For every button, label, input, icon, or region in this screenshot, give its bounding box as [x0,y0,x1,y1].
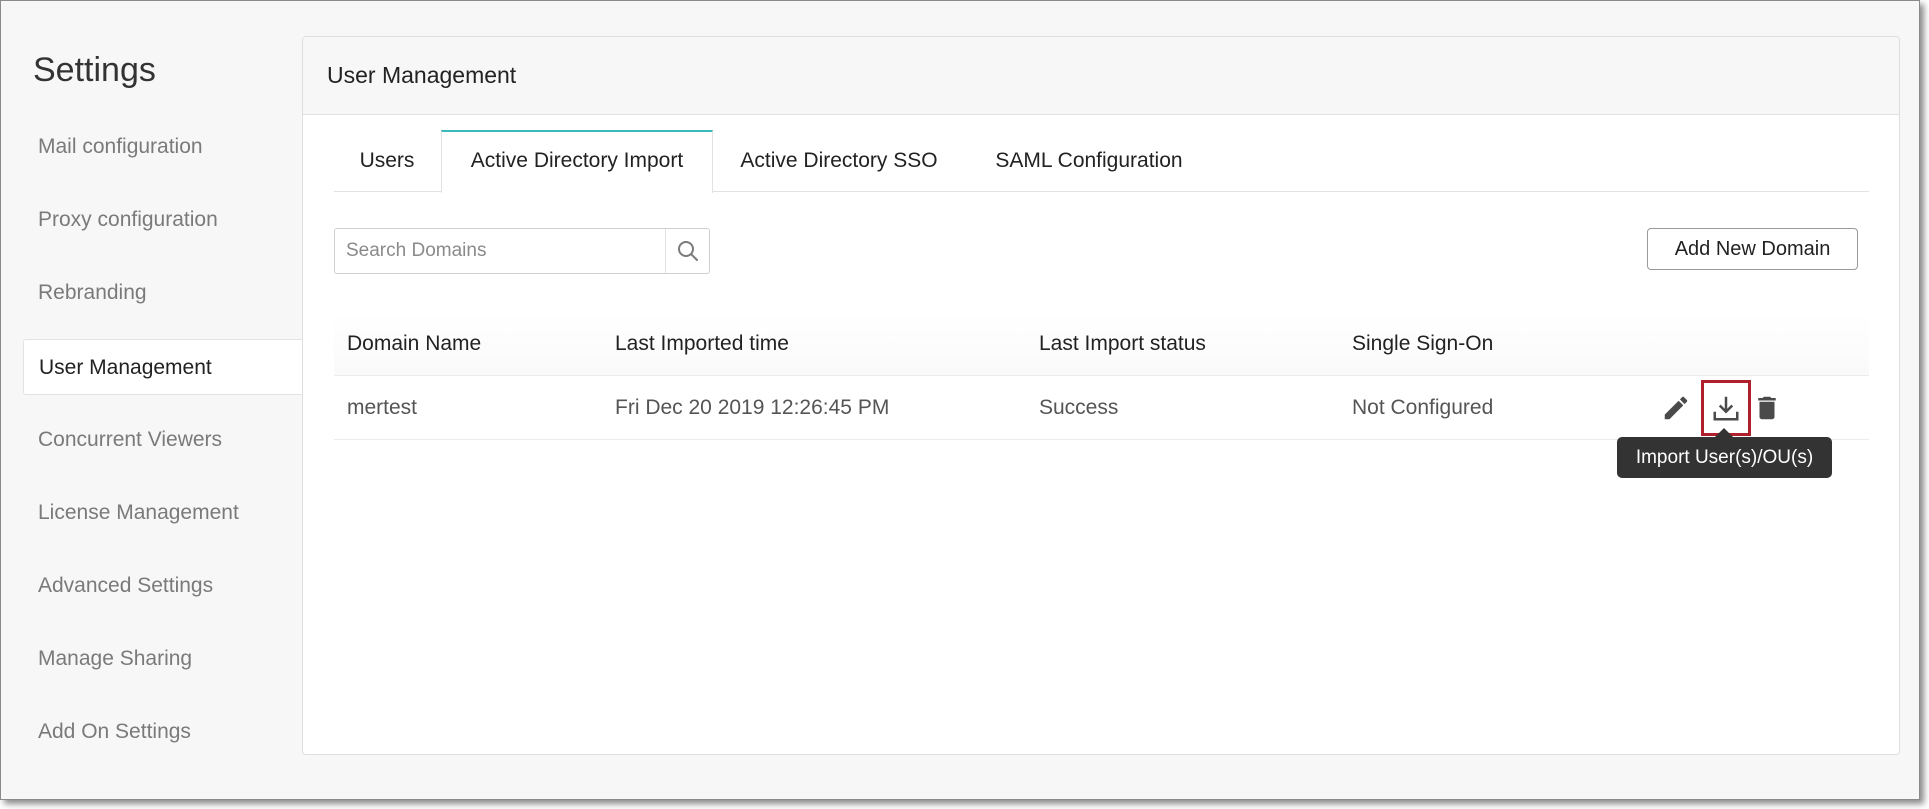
table-header: Domain Name Last Imported time Last Impo… [334,312,1869,376]
panel-title: User Management [303,37,1899,115]
search-icon[interactable] [665,229,709,273]
table-row: mertest Fri Dec 20 2019 12:26:45 PM Succ… [334,376,1869,440]
sidebar-item-user-management[interactable]: User Management [23,339,303,395]
search-domains-box [334,228,710,274]
tab-active-directory-import[interactable]: Active Directory Import [441,130,713,193]
column-header-last-import-status[interactable]: Last Import status [1039,312,1206,376]
domains-table: Domain Name Last Imported time Last Impo… [334,312,1869,440]
import-status-cell: Success [1039,396,1119,419]
search-input[interactable] [335,229,665,273]
sidebar-item-concurrent-viewers[interactable]: Concurrent Viewers [23,412,303,468]
domain-name-cell: mertest [347,396,418,419]
sso-status-cell: Not Configured [1352,396,1494,419]
sidebar-item-mail-configuration[interactable]: Mail configuration [23,119,303,175]
sidebar-title: Settings [33,51,156,89]
sidebar-item-manage-sharing[interactable]: Manage Sharing [23,631,303,687]
import-tooltip: Import User(s)/OU(s) [1617,428,1832,478]
sidebar-item-license-management[interactable]: License Management [23,485,303,541]
settings-sidebar: Settings Mail configuration Proxy config… [1,1,303,799]
pencil-icon[interactable] [1658,390,1694,426]
last-imported-time-cell: Fri Dec 20 2019 12:26:45 PM [615,396,890,419]
tab-bar: Users Active Directory Import Active Dir… [334,130,1869,193]
tab-saml-configuration[interactable]: SAML Configuration [964,130,1214,192]
tab-users[interactable]: Users [334,130,440,192]
sidebar-item-add-on-settings[interactable]: Add On Settings [23,704,303,760]
column-header-domain-name[interactable]: Domain Name [347,312,481,376]
sidebar-item-advanced-settings[interactable]: Advanced Settings [23,558,303,614]
trash-icon[interactable] [1749,390,1785,426]
column-header-last-imported-time[interactable]: Last Imported time [615,312,789,376]
column-header-single-sign-on[interactable]: Single Sign-On [1352,312,1493,376]
sidebar-item-rebranding[interactable]: Rebranding [23,265,303,321]
user-management-panel: User Management Users Active Directory I… [302,36,1900,755]
sidebar-item-proxy-configuration[interactable]: Proxy configuration [23,192,303,248]
add-new-domain-button[interactable]: Add New Domain [1647,228,1858,270]
app-window: Settings Mail configuration Proxy config… [0,0,1920,800]
tab-active-directory-sso[interactable]: Active Directory SSO [714,130,964,192]
